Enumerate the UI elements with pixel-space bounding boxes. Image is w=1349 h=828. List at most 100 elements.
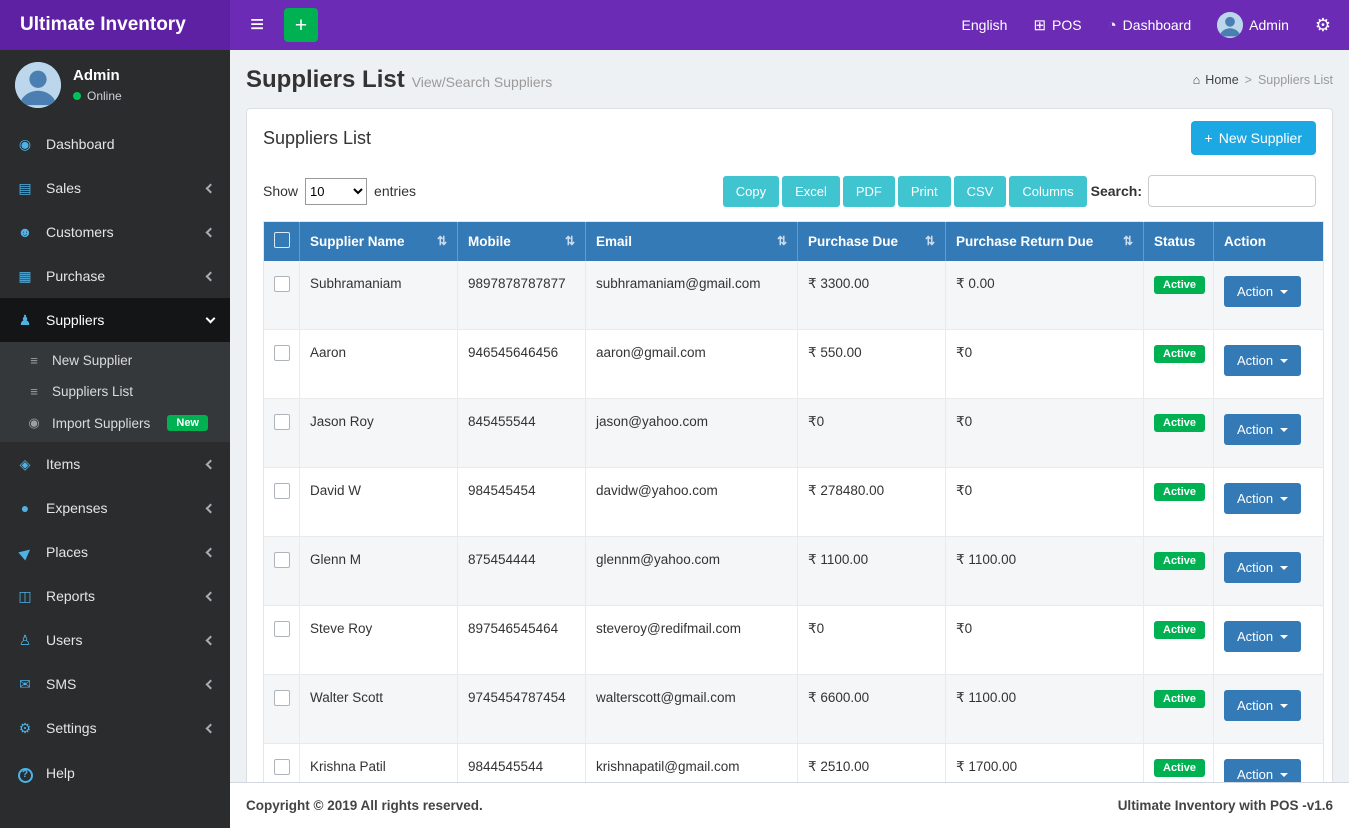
dashboard-icon: ◉ (18, 136, 32, 152)
sidebar-item-sms[interactable]: ✉ SMS (0, 662, 230, 706)
action-button[interactable]: Action (1224, 414, 1302, 445)
email-cell: walterscott@gmail.com (585, 674, 798, 744)
pos-link[interactable]: ⊞ POS (1033, 16, 1081, 34)
suppliers-list-icon: ≡ (30, 384, 38, 399)
sidebar-item-dashboard[interactable]: ◉ Dashboard (0, 122, 230, 166)
table-toolbar: Show 10 entries Copy Excel PDF Print CSV… (247, 167, 1332, 221)
language-label: English (961, 17, 1008, 33)
column-header-mobile[interactable]: Mobile ⇅ (457, 221, 586, 261)
sidebar-item-places[interactable]: ▶ Places (0, 530, 230, 574)
action-button[interactable]: Action (1224, 345, 1302, 376)
entries-label: entries (374, 183, 417, 199)
breadcrumb-home-link[interactable]: ⌂ Home (1193, 73, 1239, 87)
pdf-button[interactable]: PDF (842, 175, 895, 207)
user-menu[interactable]: Admin (1217, 12, 1289, 38)
sidebar-item-reports[interactable]: ◫ Reports (0, 574, 230, 618)
sidebar-item-help[interactable]: ? Help (0, 750, 230, 796)
sort-icon[interactable]: ⇅ (1123, 234, 1133, 248)
dashboard-link[interactable]: ◔ Dashboard (1108, 17, 1192, 34)
new-supplier-button-label: New Supplier (1218, 130, 1302, 146)
sidebar-item-sales[interactable]: ▤ Sales (0, 166, 230, 210)
status-badge: Active (1154, 621, 1206, 639)
page-title: Suppliers List View/Search Suppliers (246, 66, 552, 94)
pos-icon: ⊞ (1033, 17, 1047, 34)
row-checkbox[interactable] (274, 276, 290, 292)
status-badge: Active (1154, 759, 1206, 777)
purchase-return-due-cell: ₹0 (945, 467, 1144, 537)
card-title: Suppliers List (263, 127, 372, 148)
supplier-name-cell: Steve Roy (299, 605, 458, 675)
action-button[interactable]: Action (1224, 276, 1302, 307)
language-menu[interactable]: English (962, 17, 1008, 33)
row-checkbox[interactable] (274, 759, 290, 775)
action-button[interactable]: Action (1224, 483, 1302, 514)
quick-add-button[interactable]: + (284, 8, 319, 42)
sidebar-toggle-icon[interactable]: ≡ (244, 9, 270, 41)
content-header: Suppliers List View/Search Suppliers ⌂ Ho… (230, 50, 1349, 98)
items-icon: ◈ (19, 456, 31, 472)
excel-button[interactable]: Excel (782, 175, 840, 207)
chevron-left-icon (205, 635, 216, 645)
column-header-purchase-return-due[interactable]: Purchase Return Due ⇅ (945, 221, 1144, 261)
row-checkbox[interactable] (274, 345, 290, 361)
sidebar-item-customers[interactable]: ☻ Customers (0, 210, 230, 254)
caret-down-icon (1280, 358, 1289, 363)
purchase-due-cell: ₹ 550.00 (797, 329, 946, 399)
sort-icon[interactable]: ⇅ (777, 234, 787, 248)
sort-icon[interactable]: ⇅ (925, 234, 935, 248)
status-badge: Active (1154, 483, 1206, 501)
sidebar-item-suppliers[interactable]: ♟ Suppliers (0, 298, 230, 342)
chevron-left-icon (205, 591, 216, 601)
supplier-name-cell: Jason Roy (299, 398, 458, 468)
chevron-left-icon (205, 723, 216, 733)
page-length-select[interactable]: 10 (305, 177, 368, 205)
sidebar-item-users[interactable]: ♙ Users (0, 618, 230, 662)
copy-button[interactable]: Copy (722, 175, 780, 207)
csv-button[interactable]: CSV (953, 175, 1007, 207)
row-checkbox[interactable] (274, 552, 290, 568)
sidebar-item-settings[interactable]: ⚙ Settings (0, 706, 230, 750)
submenu-item-label: New Supplier (52, 353, 133, 368)
sort-icon[interactable]: ⇅ (565, 234, 575, 248)
status-badge: Active (1154, 414, 1206, 432)
columns-button[interactable]: Columns (1009, 175, 1087, 207)
submenu-item-import-suppliers[interactable]: ◉ Import Suppliers New (0, 407, 230, 439)
sort-icon[interactable]: ⇅ (437, 234, 447, 248)
row-checkbox[interactable] (274, 414, 290, 430)
breadcrumb: ⌂ Home > Suppliers List (1193, 73, 1333, 87)
search-label: Search: (1090, 183, 1142, 199)
show-label: Show (263, 183, 299, 199)
submenu-item-new-supplier[interactable]: ≡ New Supplier (0, 345, 230, 376)
action-button[interactable]: Action (1224, 690, 1302, 721)
copyright-text: Copyright © 2019 All rights reserved. (246, 798, 483, 813)
sidebar-item-label: Customers (46, 224, 114, 240)
column-header-supplier-name[interactable]: Supplier Name ⇅ (299, 221, 458, 261)
online-label: Online (87, 89, 122, 103)
topbar-main: ≡ + English ⊞ POS ◔ Dashboard Admin ⚙ (230, 0, 1349, 50)
sidebar-item-expenses[interactable]: ● Expenses (0, 486, 230, 530)
column-header-status[interactable]: Status (1143, 221, 1214, 261)
sidebar-item-label: Reports (46, 588, 96, 604)
submenu-item-suppliers-list[interactable]: ≡ Suppliers List (0, 376, 230, 407)
sidebar-item-items[interactable]: ◈ Items (0, 442, 230, 486)
sidebar-item-purchase[interactable]: ▦ Purchase (0, 254, 230, 298)
print-button[interactable]: Print (897, 175, 951, 207)
row-checkbox[interactable] (274, 690, 290, 706)
settings-gear-icon[interactable]: ⚙ (1315, 15, 1331, 36)
purchase-return-due-cell: ₹0 (945, 605, 1144, 675)
action-button[interactable]: Action (1224, 621, 1302, 652)
purchase-due-cell: ₹ 1100.00 (797, 536, 946, 606)
supplier-name-cell: Glenn M (299, 536, 458, 606)
sidebar-item-label: Items (46, 456, 81, 472)
select-all-checkbox[interactable] (274, 232, 290, 248)
row-checkbox[interactable] (274, 483, 290, 499)
email-cell: davidw@yahoo.com (585, 467, 798, 537)
search-input[interactable] (1148, 175, 1316, 207)
column-header-purchase-due[interactable]: Purchase Due ⇅ (797, 221, 946, 261)
column-header-email[interactable]: Email ⇅ (585, 221, 798, 261)
row-checkbox[interactable] (274, 621, 290, 637)
caret-down-icon (1280, 289, 1289, 294)
sidebar-item-label: Sales (46, 180, 82, 196)
action-button[interactable]: Action (1224, 552, 1302, 583)
new-supplier-button[interactable]: + New Supplier (1190, 121, 1316, 155)
